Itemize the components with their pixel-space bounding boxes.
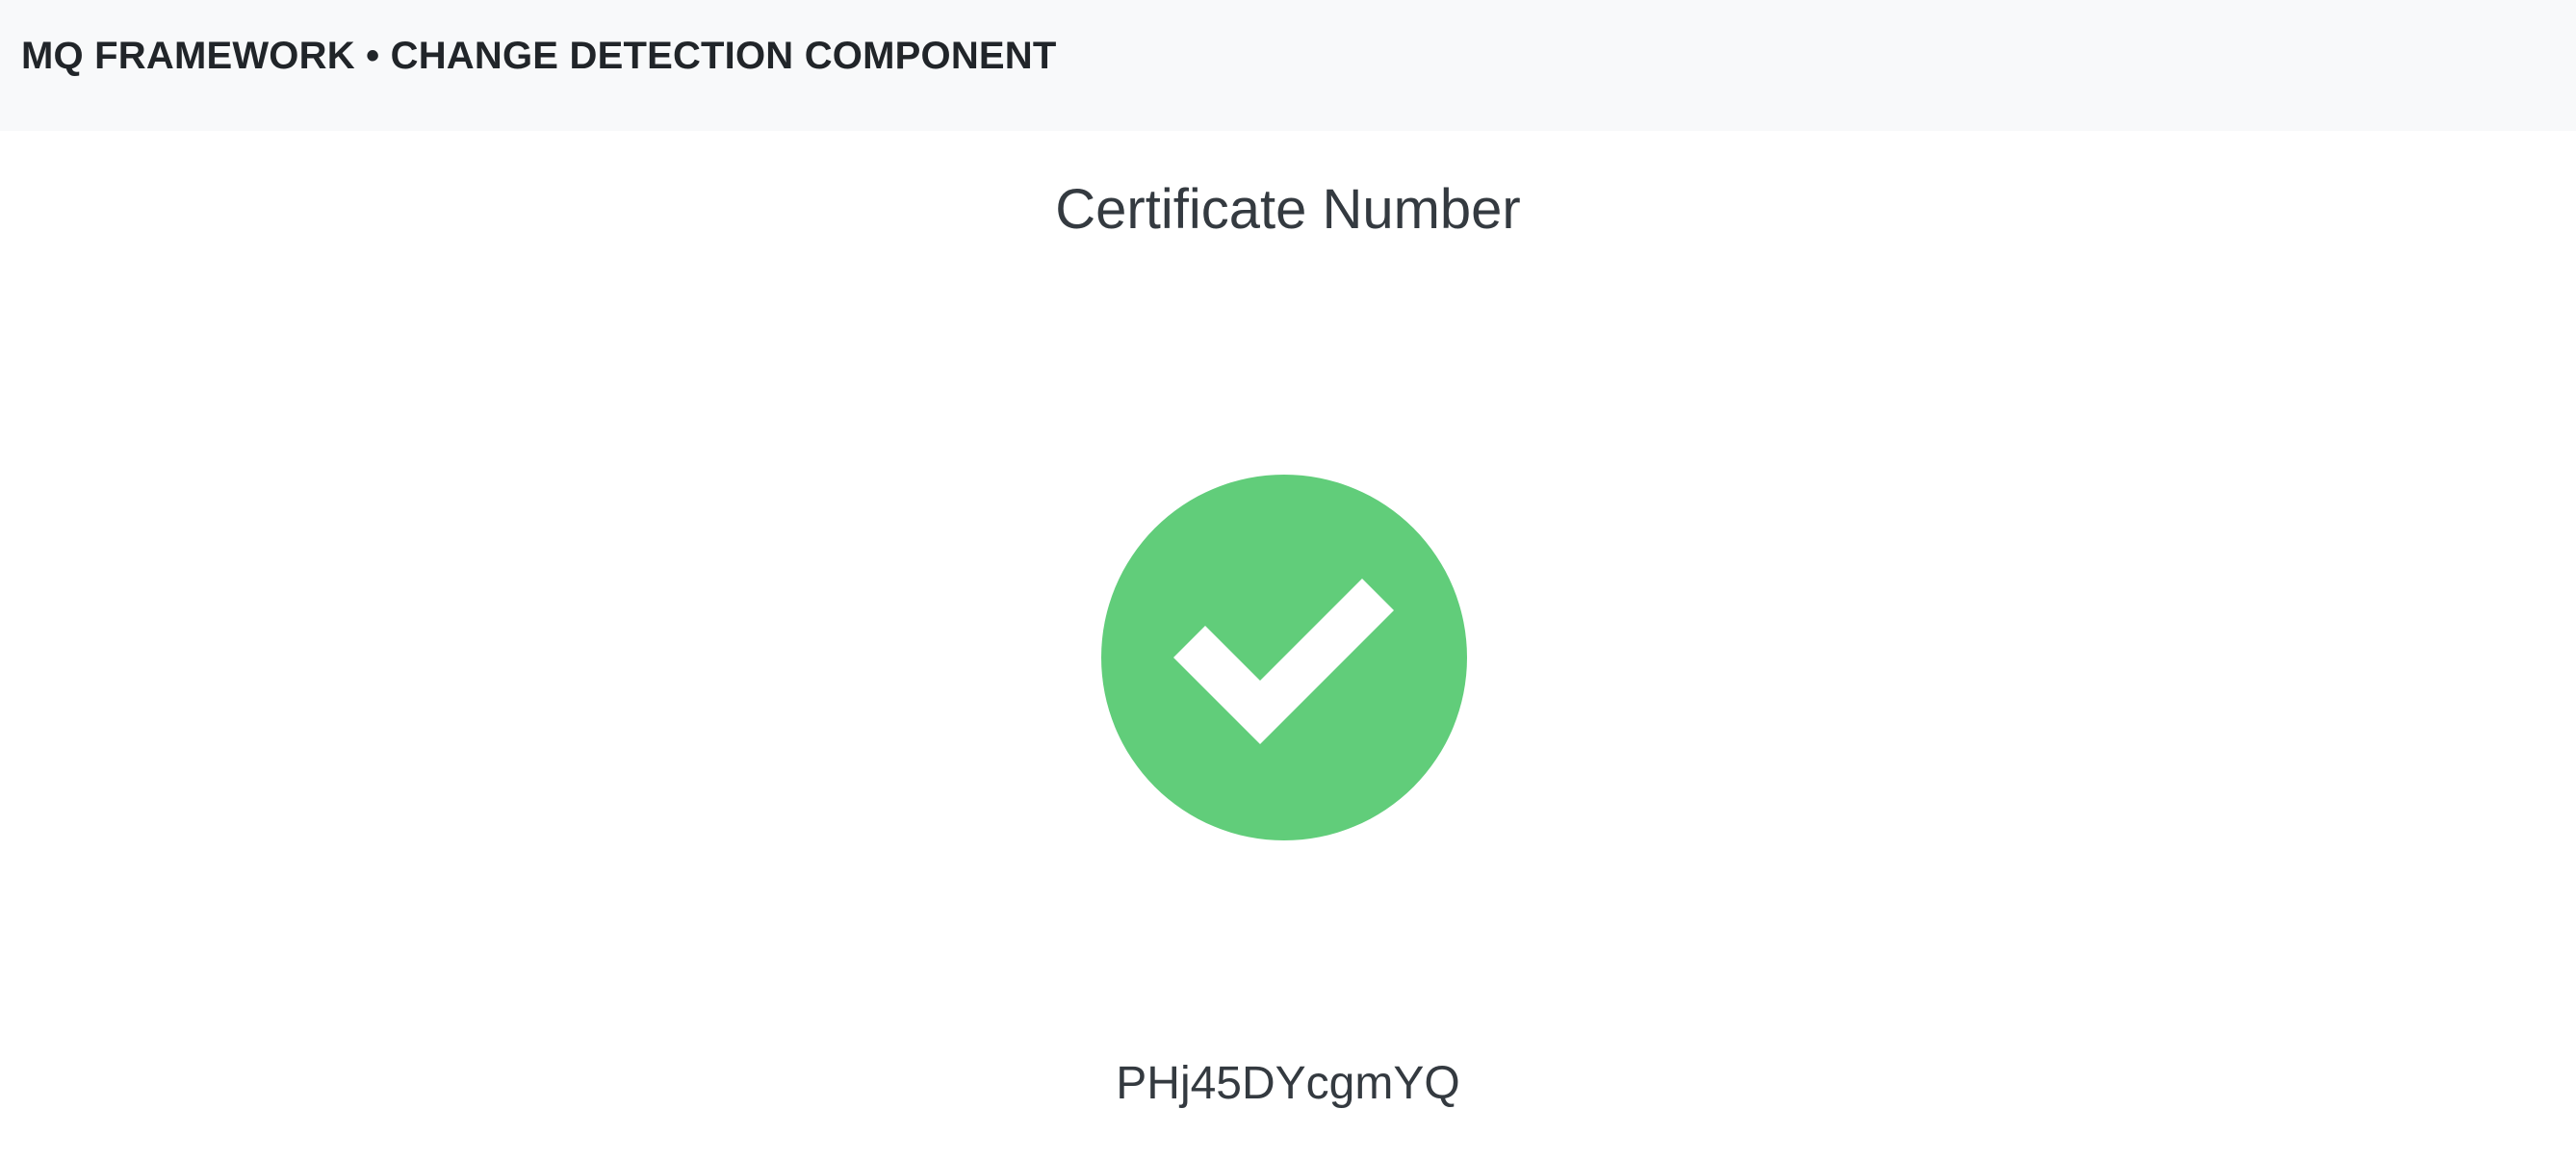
app-header: MQ FRAMEWORK • CHANGE DETECTION COMPONEN… [0, 0, 2576, 131]
certificate-number: PHj45DYcgmYQ [1116, 1058, 1460, 1109]
page-title: Certificate Number [1055, 178, 1521, 241]
main-content: Certificate Number PHj45DYcgmYQ [0, 131, 2576, 1161]
check-circle-icon [1101, 475, 1467, 840]
app-title: MQ FRAMEWORK • CHANGE DETECTION COMPONEN… [21, 35, 1057, 77]
